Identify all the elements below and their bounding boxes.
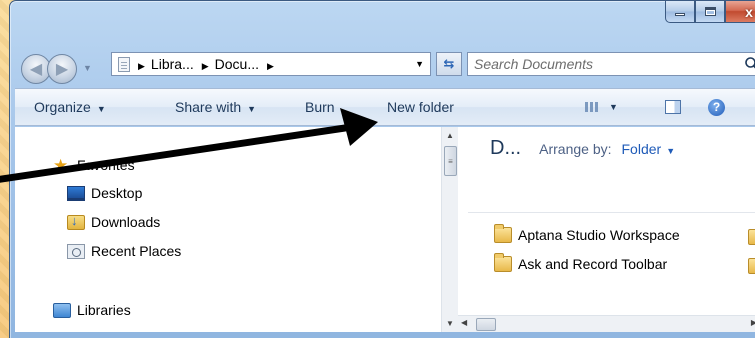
help-icon[interactable]: ? xyxy=(708,98,725,116)
forward-button[interactable]: ▶ xyxy=(47,54,77,84)
libraries-icon xyxy=(53,302,71,318)
minimize-icon xyxy=(675,13,685,16)
organize-menu[interactable]: Organize ▼ xyxy=(34,99,106,115)
burn-button[interactable]: Burn xyxy=(305,99,335,115)
library-header: D... Arrange by: Folder ▼ xyxy=(490,137,675,160)
folder-icon xyxy=(494,253,512,272)
command-bar: Organize ▼ Share with ▼ Burn New folder ▼ … xyxy=(15,88,755,126)
breadcrumb-separator[interactable]: ▶ xyxy=(267,56,280,72)
chevron-down-icon: ▼ xyxy=(96,104,106,114)
chevron-down-icon: ▼ xyxy=(666,146,676,156)
close-icon: x xyxy=(745,3,753,20)
new-folder-button[interactable]: New folder xyxy=(387,99,454,115)
scroll-up-icon[interactable]: ▲ xyxy=(446,131,454,140)
preview-pane-icon[interactable] xyxy=(665,100,681,114)
folder-item[interactable]: Aptana Studio Workspace xyxy=(494,224,680,243)
views-icon xyxy=(585,102,599,112)
tree-item-favorites[interactable]: ★ Favorites xyxy=(53,155,135,175)
downloads-icon xyxy=(67,213,85,230)
file-pane: D... Arrange by: Folder ▼ Aptana Studio W… xyxy=(458,127,755,332)
search-input[interactable]: Search Documents xyxy=(467,52,755,76)
address-dropdown[interactable]: ▼ xyxy=(415,59,424,69)
address-bar[interactable]: ▶ Libra... ▶ Docu... ▶ ▼ xyxy=(111,52,431,76)
refresh-button[interactable]: ⇆ xyxy=(436,52,462,76)
search-placeholder: Search Documents xyxy=(474,56,594,72)
folder-item[interactable]: Ask and Record Toolbar xyxy=(494,253,667,272)
tree-item-desktop[interactable]: Desktop xyxy=(67,185,142,201)
share-with-menu[interactable]: Share with ▼ xyxy=(175,99,256,115)
folder-icon[interactable] xyxy=(748,229,755,245)
library-title: D... xyxy=(490,137,522,159)
breadcrumb-separator[interactable]: ▶ xyxy=(202,56,215,72)
tree-item-libraries[interactable]: Libraries xyxy=(53,302,131,318)
document-icon xyxy=(118,56,130,72)
folder-icon xyxy=(494,224,512,243)
chevron-down-icon: ▼ xyxy=(609,102,618,112)
folder-icon[interactable] xyxy=(748,258,755,274)
back-arrow-icon: ◀ xyxy=(29,61,43,78)
scroll-right-icon[interactable]: ▶ xyxy=(751,318,755,327)
forward-arrow-icon: ▶ xyxy=(55,61,69,78)
divider xyxy=(468,212,755,213)
maximize-icon xyxy=(704,7,716,16)
tree-item-recent-places[interactable]: Recent Places xyxy=(67,243,181,259)
breadcrumb-documents[interactable]: Docu... xyxy=(215,56,259,72)
search-icon[interactable] xyxy=(744,56,755,72)
scrollbar-thumb[interactable]: ≡ xyxy=(444,146,457,176)
scroll-left-icon[interactable]: ◀ xyxy=(461,318,467,327)
breadcrumb-separator[interactable]: ▶ xyxy=(138,56,151,72)
close-button[interactable]: x xyxy=(725,1,755,23)
scroll-down-icon[interactable]: ▼ xyxy=(446,319,454,328)
breadcrumb-libraries[interactable]: Libra... xyxy=(151,56,194,72)
caption-buttons: x xyxy=(665,1,755,25)
star-icon: ★ xyxy=(53,155,69,175)
change-view-button[interactable]: ▼ xyxy=(585,102,618,112)
navigation-pane: ★ Favorites Desktop Downloads Recent Pla… xyxy=(15,127,439,332)
chevron-down-icon: ▼ xyxy=(247,104,257,114)
tree-item-downloads[interactable]: Downloads xyxy=(67,213,160,230)
refresh-icon: ⇆ xyxy=(443,56,455,71)
navigation-bar: ◀ ▶ ▼ ▶ Libra... ▶ Docu... ▶ ▼ ⇆ Search … xyxy=(15,47,755,85)
recent-pages-dropdown[interactable]: ▼ xyxy=(83,63,92,73)
navigation-pane-scrollbar[interactable]: ▲ ≡ ▼ xyxy=(441,127,458,332)
content-area: ★ Favorites Desktop Downloads Recent Pla… xyxy=(15,127,755,332)
arrange-by-dropdown[interactable]: Folder ▼ xyxy=(622,141,676,157)
desktop-icon xyxy=(67,185,85,201)
scrollbar-thumb[interactable] xyxy=(476,318,496,331)
file-pane-horizontal-scrollbar[interactable]: ◀ ▶ xyxy=(458,315,755,332)
arrange-by-label: Arrange by: xyxy=(539,141,612,157)
recent-places-icon xyxy=(67,243,85,259)
maximize-button[interactable] xyxy=(695,1,725,23)
minimize-button[interactable] xyxy=(665,1,695,23)
